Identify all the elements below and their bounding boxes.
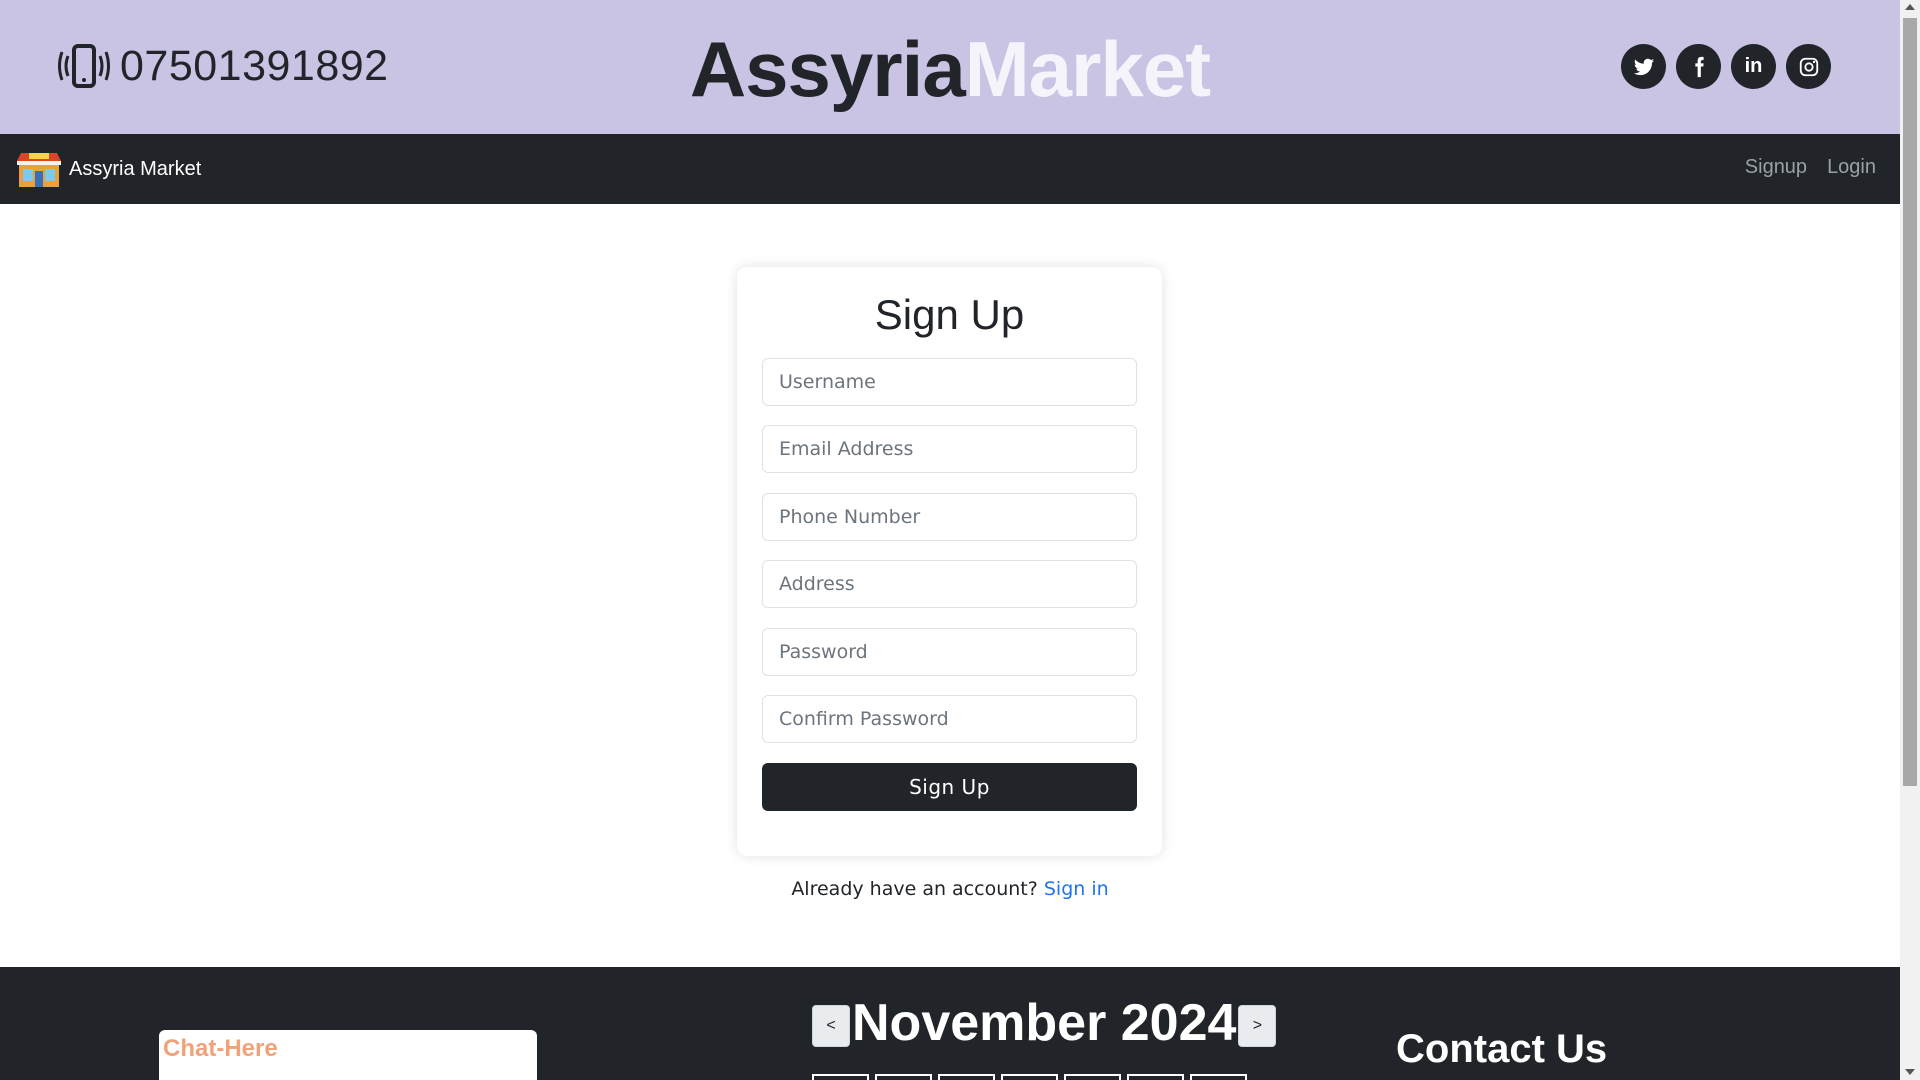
signup-submit-button[interactable]: Sign Up — [762, 763, 1137, 811]
confirm-password-field[interactable] — [762, 695, 1137, 743]
calendar-month-title: November 2024 — [852, 994, 1237, 1052]
signup-card: Sign Up Sign Up — [737, 267, 1162, 856]
site-title-part1: Assyria — [689, 25, 966, 113]
address-field[interactable] — [762, 560, 1137, 608]
site-title: AssyriaMarket — [0, 24, 1900, 115]
account-prompt: Already have an account? Sign in — [0, 878, 1900, 900]
linkedin-label: in — [1744, 55, 1763, 77]
page-scrollbar[interactable] — [1900, 0, 1920, 1080]
calendar-next-button[interactable]: > — [1238, 1005, 1277, 1047]
email-field[interactable] — [762, 425, 1137, 473]
calendar-day-cell[interactable] — [938, 1074, 995, 1080]
social-links: in — [1621, 44, 1831, 89]
twitter-icon[interactable] — [1621, 44, 1666, 89]
calendar-day-cell[interactable] — [1190, 1074, 1247, 1080]
calendar-header: < November 2024 > — [812, 993, 1277, 1053]
top-banner: 07501391892 AssyriaMarket in — [0, 0, 1900, 134]
calendar-day-row — [812, 1074, 1247, 1080]
username-field[interactable] — [762, 358, 1137, 406]
market-store-icon — [17, 153, 61, 187]
chat-label: Chat-Here — [163, 1035, 278, 1062]
account-prompt-text: Already have an account? — [791, 878, 1038, 900]
navbar-brand-label: Assyria Market — [69, 157, 202, 180]
chat-box[interactable]: Chat-Here — [159, 1030, 537, 1080]
calendar-day-cell[interactable] — [1127, 1074, 1184, 1080]
scroll-up-arrow-icon[interactable] — [1905, 4, 1915, 10]
scroll-thumb[interactable] — [1903, 18, 1917, 786]
nav-login-link[interactable]: Login — [1827, 156, 1876, 179]
calendar-day-cell[interactable] — [1001, 1074, 1058, 1080]
calendar-prev-button[interactable]: < — [812, 1005, 850, 1047]
site-title-part2: Market — [964, 25, 1211, 113]
navbar-links: Signup Login — [1745, 156, 1876, 179]
contact-us-heading: Contact Us — [1396, 1027, 1608, 1071]
sign-in-link[interactable]: Sign in — [1044, 878, 1109, 900]
signup-title: Sign Up — [874, 291, 1025, 338]
calendar-day-cell[interactable] — [875, 1074, 932, 1080]
navbar-brand[interactable]: Assyria Market — [15, 149, 201, 189]
linkedin-icon[interactable]: in — [1731, 44, 1776, 89]
scroll-down-arrow-icon[interactable] — [1905, 1069, 1915, 1075]
footer: Chat-Here < November 2024 > Contact Us — [0, 967, 1900, 1080]
password-field[interactable] — [762, 628, 1137, 676]
instagram-icon[interactable] — [1786, 44, 1831, 89]
calendar-day-cell[interactable] — [1064, 1074, 1121, 1080]
calendar-day-cell[interactable] — [812, 1074, 869, 1080]
phone-field[interactable] — [762, 493, 1137, 541]
main-navbar: Assyria Market Signup Login — [0, 134, 1900, 204]
facebook-icon[interactable] — [1676, 44, 1721, 89]
nav-signup-link[interactable]: Signup — [1745, 156, 1807, 179]
